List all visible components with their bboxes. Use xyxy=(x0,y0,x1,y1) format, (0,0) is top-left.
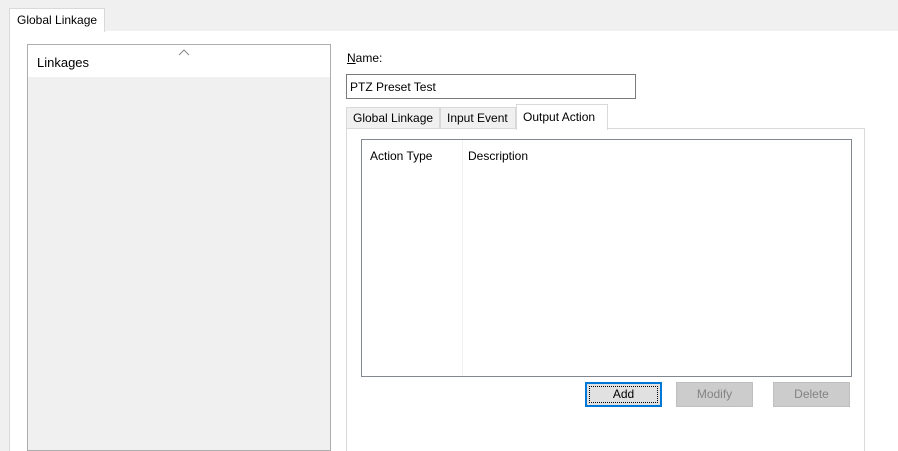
delete-button[interactable]: Delete xyxy=(773,382,850,407)
top-tab-global-linkage[interactable]: Global Linkage xyxy=(9,8,105,32)
name-label-text: ame: xyxy=(355,51,383,65)
linkages-column-header[interactable]: Linkages xyxy=(28,45,330,77)
name-label: Name: xyxy=(347,51,382,65)
top-tab-label: Global Linkage xyxy=(17,13,98,27)
name-label-accelerator: N xyxy=(347,51,356,65)
column-divider xyxy=(462,140,463,376)
tab-input-event-label: Input Event xyxy=(447,111,508,125)
add-button[interactable]: Add xyxy=(585,382,662,407)
name-input[interactable] xyxy=(346,74,636,99)
tab-output-action-label: Output Action xyxy=(523,110,596,124)
linkages-list[interactable]: Linkages xyxy=(27,44,331,451)
tab-global-linkage[interactable]: Global Linkage xyxy=(346,107,440,129)
tab-input-event[interactable]: Input Event xyxy=(440,107,516,129)
linkages-header-label: Linkages xyxy=(37,55,90,70)
column-header-description[interactable]: Description xyxy=(468,149,528,163)
output-actions-table[interactable]: Action Type Description xyxy=(361,139,852,377)
modify-button[interactable]: Modify xyxy=(676,382,753,407)
column-header-action-type[interactable]: Action Type xyxy=(370,149,432,163)
focus-rectangle xyxy=(589,386,658,403)
sort-ascending-icon xyxy=(178,49,190,56)
tab-global-linkage-label: Global Linkage xyxy=(353,111,434,125)
modify-button-label: Modify xyxy=(696,387,733,401)
delete-button-label: Delete xyxy=(794,387,829,401)
tab-output-action[interactable]: Output Action xyxy=(516,104,608,130)
